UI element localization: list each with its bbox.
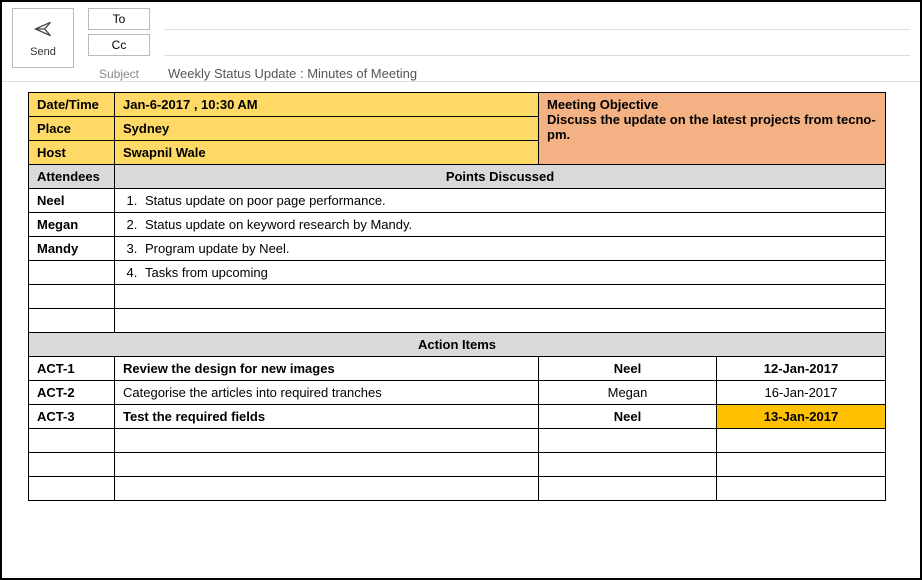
host-value: Swapnil Wale [115, 141, 539, 165]
cc-input[interactable] [164, 34, 910, 56]
point-cell: Status update on keyword research by Man… [115, 213, 886, 237]
compose-header: Send To Cc Subject Weekly Status Update … [2, 2, 920, 82]
attendee-cell: Megan [29, 213, 115, 237]
table-row: Attendees Points Discussed [29, 165, 886, 189]
objective-text: Discuss the update on the latest project… [547, 112, 876, 142]
meeting-objective: Meeting Objective Discuss the update on … [539, 93, 886, 165]
action-who: Megan [539, 381, 717, 405]
table-row: Neel Status update on poor page performa… [29, 189, 886, 213]
table-row: Tasks from upcoming [29, 261, 886, 285]
point-cell: Tasks from upcoming [115, 261, 886, 285]
cc-row: Cc [88, 34, 910, 56]
objective-label: Meeting Objective [547, 97, 658, 112]
table-row [29, 285, 886, 309]
to-button[interactable]: To [88, 8, 150, 30]
attendee-cell: Mandy [29, 237, 115, 261]
action-date: 13-Jan-2017 [717, 405, 886, 429]
host-label: Host [29, 141, 115, 165]
action-desc: Categorise the articles into required tr… [115, 381, 539, 405]
attendees-header: Attendees [29, 165, 115, 189]
place-label: Place [29, 117, 115, 141]
action-desc: Review the design for new images [115, 357, 539, 381]
to-input[interactable] [164, 8, 910, 30]
subject-value[interactable]: Weekly Status Update : Minutes of Meetin… [164, 66, 910, 81]
email-compose-window: Send To Cc Subject Weekly Status Update … [0, 0, 922, 580]
point-cell: Status update on poor page performance. [115, 189, 886, 213]
send-button[interactable]: Send [12, 8, 74, 68]
subject-label: Subject [88, 67, 150, 81]
email-body[interactable]: Date/Time Jan-6-2017 , 10:30 AM Meeting … [2, 82, 920, 511]
action-items-header: Action Items [29, 333, 886, 357]
datetime-value: Jan-6-2017 , 10:30 AM [115, 93, 539, 117]
action-who: Neel [539, 357, 717, 381]
minutes-table: Date/Time Jan-6-2017 , 10:30 AM Meeting … [28, 92, 886, 501]
place-value: Sydney [115, 117, 539, 141]
points-header: Points Discussed [115, 165, 886, 189]
send-icon [33, 19, 53, 42]
attendee-cell: Neel [29, 189, 115, 213]
action-row: ACT-3 Test the required fields Neel 13-J… [29, 405, 886, 429]
compose-fields: To Cc Subject Weekly Status Update : Min… [88, 8, 910, 81]
action-desc: Test the required fields [115, 405, 539, 429]
table-row: Mandy Program update by Neel. [29, 237, 886, 261]
table-row [29, 429, 886, 453]
to-row: To [88, 8, 910, 30]
table-row: Date/Time Jan-6-2017 , 10:30 AM Meeting … [29, 93, 886, 117]
action-date: 12-Jan-2017 [717, 357, 886, 381]
table-row: Megan Status update on keyword research … [29, 213, 886, 237]
point-cell: Program update by Neel. [115, 237, 886, 261]
table-row [29, 453, 886, 477]
table-row [29, 309, 886, 333]
table-row [29, 477, 886, 501]
subject-row: Subject Weekly Status Update : Minutes o… [88, 66, 910, 81]
datetime-label: Date/Time [29, 93, 115, 117]
action-row: ACT-1 Review the design for new images N… [29, 357, 886, 381]
send-label: Send [30, 46, 56, 58]
action-id: ACT-1 [29, 357, 115, 381]
action-date: 16-Jan-2017 [717, 381, 886, 405]
action-row: ACT-2 Categorise the articles into requi… [29, 381, 886, 405]
table-row: Action Items [29, 333, 886, 357]
action-id: ACT-2 [29, 381, 115, 405]
action-id: ACT-3 [29, 405, 115, 429]
action-who: Neel [539, 405, 717, 429]
cc-button[interactable]: Cc [88, 34, 150, 56]
attendee-cell [29, 261, 115, 285]
